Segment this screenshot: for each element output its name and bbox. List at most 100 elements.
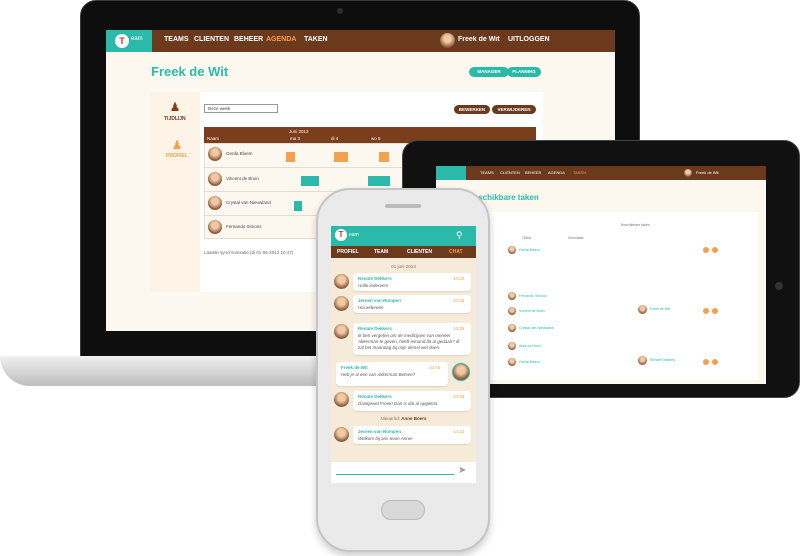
tab-clienten[interactable]: CLIËNTEN xyxy=(407,249,432,255)
nav-teams[interactable]: TEAMS xyxy=(164,36,189,43)
assigned-name[interactable]: Freek de Wit xyxy=(650,307,670,311)
tablet-nav-agenda[interactable]: AGENDA xyxy=(548,170,565,175)
send-icon[interactable]: ➤ xyxy=(458,465,470,477)
tab-profiel[interactable]: PROFIEL xyxy=(337,249,359,255)
tablet-user-name[interactable]: Freek de Wit xyxy=(696,170,719,175)
message-text: Ik ben vergeten om de medicijnen van men… xyxy=(358,333,460,350)
logo-mark-icon: T xyxy=(115,34,129,48)
side-profiel[interactable]: PROFIEL xyxy=(166,153,188,159)
phone-logo-icon: T xyxy=(335,229,347,241)
assigned-name[interactable]: Renate Dekkers xyxy=(650,358,675,362)
action-icon[interactable] xyxy=(703,247,709,253)
avatar xyxy=(508,307,516,315)
task-client[interactable]: Gerda Bloem xyxy=(519,248,540,252)
tablet-logo[interactable] xyxy=(436,166,466,180)
side-tijdlijn[interactable]: TIJDLIJN xyxy=(164,116,186,122)
tab-team[interactable]: TEAM xyxy=(374,249,388,255)
shift-block[interactable] xyxy=(379,152,389,162)
tablet-nav-taken[interactable]: TAKEN xyxy=(573,170,586,175)
avatar xyxy=(638,356,647,365)
phone-logo-text: eam xyxy=(349,232,359,238)
nav-taken[interactable]: TAKEN xyxy=(304,36,328,43)
tablet-home-button[interactable] xyxy=(775,282,783,290)
action-icon[interactable] xyxy=(703,308,709,314)
laptop-camera xyxy=(337,8,343,14)
avatar xyxy=(334,324,349,339)
own-avatar xyxy=(452,363,470,381)
sender-name: Freek de Wit xyxy=(341,365,368,370)
week-select[interactable]: Deze week xyxy=(204,104,278,113)
task-client[interactable]: Fernando Simons xyxy=(519,294,547,298)
phone-home-button[interactable] xyxy=(381,500,425,520)
message-time: 14:22 xyxy=(453,429,465,434)
page-title: Freek de Wit xyxy=(151,64,229,79)
person-name: Vincent de Bruin xyxy=(226,176,259,181)
people-icon: ♟ xyxy=(169,100,181,114)
phone-screen: T eam ⚲ PROFIEL TEAM CLIËNTEN CHAT 01 ju… xyxy=(331,226,476,483)
new-member-notice: Nieuw lid: Anne Boers xyxy=(331,416,476,421)
device-mockup-scene: { "colors":{"teal":"#2bb9a9","brown":"#6… xyxy=(0,0,800,556)
message-text: Welkom bij ons team Anne! xyxy=(358,436,413,441)
col-info: Informatie xyxy=(568,236,584,240)
action-icon[interactable] xyxy=(712,247,718,253)
message-time: 10:35 xyxy=(453,326,465,331)
avatar xyxy=(334,274,349,289)
tablet-nav-beheer[interactable]: BEHEER xyxy=(525,170,541,175)
day-tue: di 4 xyxy=(331,136,339,141)
logout-link[interactable]: UITLOGGEN xyxy=(508,36,550,43)
nav-agenda[interactable]: AGENDA xyxy=(266,36,296,43)
phone-speaker xyxy=(385,204,421,208)
task-client[interactable]: Alice de Bruin xyxy=(519,344,541,348)
month-label: Juni 2013 xyxy=(289,129,309,134)
person-name: Crystal van Nieuwland xyxy=(226,200,271,205)
shift-block[interactable] xyxy=(294,201,302,211)
message-time: 10:35 xyxy=(453,298,465,303)
side-menu xyxy=(150,92,200,292)
day-mon: ma 3 xyxy=(290,136,301,141)
teamup-logo[interactable]: T eam xyxy=(106,30,152,52)
tablet-nav-clienten[interactable]: CLIËNTEN xyxy=(500,170,520,175)
action-icon[interactable] xyxy=(712,359,718,365)
message-input[interactable] xyxy=(336,474,454,475)
message-text: Heb je al een van Akkerman Betsen? xyxy=(341,372,416,377)
avatar xyxy=(208,172,222,186)
shift-block[interactable] xyxy=(301,176,319,186)
week-select-value: Deze week xyxy=(208,106,231,111)
delete-button[interactable]: VERWIJDEREN xyxy=(492,105,536,114)
shift-block[interactable] xyxy=(286,152,295,162)
tablet-avatar[interactable] xyxy=(684,169,692,177)
tablet-nav-teams[interactable]: TEAMS xyxy=(480,170,494,175)
add-profile-icon: ♟ xyxy=(171,138,183,152)
user-name[interactable]: Freek de Wit xyxy=(458,36,500,43)
avatar xyxy=(508,358,516,366)
nav-beheer[interactable]: BEHEER xyxy=(234,36,263,43)
message-composer xyxy=(331,462,476,483)
action-icon[interactable] xyxy=(703,359,709,365)
message-time: 10:45 xyxy=(429,365,441,370)
message-text: Hallo iedereen! xyxy=(358,283,389,288)
shift-block[interactable] xyxy=(334,152,348,162)
planning-button[interactable]: PLANNING xyxy=(507,67,541,77)
user-avatar[interactable] xyxy=(440,33,455,48)
sender-name: Renate Dekkers xyxy=(358,326,392,331)
manager-button[interactable]: MANAGER xyxy=(469,67,509,77)
message-text: Dankjewel Freek! Dan is dat al opgelost. xyxy=(358,401,439,406)
task-client[interactable]: Gerda Bloem xyxy=(519,360,540,364)
tab-chat[interactable]: CHAT xyxy=(449,249,463,255)
sender-name: Jeroen van Rompen xyxy=(358,429,402,434)
avatar xyxy=(208,147,222,161)
avatar xyxy=(334,296,349,311)
task-client[interactable]: Crystal van Nieuwland xyxy=(519,326,554,330)
edit-button[interactable]: BEWERKEN xyxy=(454,105,490,114)
sender-name: Renate Dekkers xyxy=(358,276,392,281)
new-member-name: Anne Boers xyxy=(401,416,427,421)
avatar xyxy=(508,246,516,254)
avatar xyxy=(208,196,222,210)
nav-clienten[interactable]: CLIËNTEN xyxy=(194,36,229,43)
person-name: Fernando Simons xyxy=(226,224,262,229)
shift-block[interactable] xyxy=(368,176,390,186)
message-time: 10:48 xyxy=(453,394,465,399)
search-icon[interactable]: ⚲ xyxy=(456,230,466,240)
task-client[interactable]: Vincent de Bruin xyxy=(519,309,545,313)
action-icon[interactable] xyxy=(712,308,718,314)
